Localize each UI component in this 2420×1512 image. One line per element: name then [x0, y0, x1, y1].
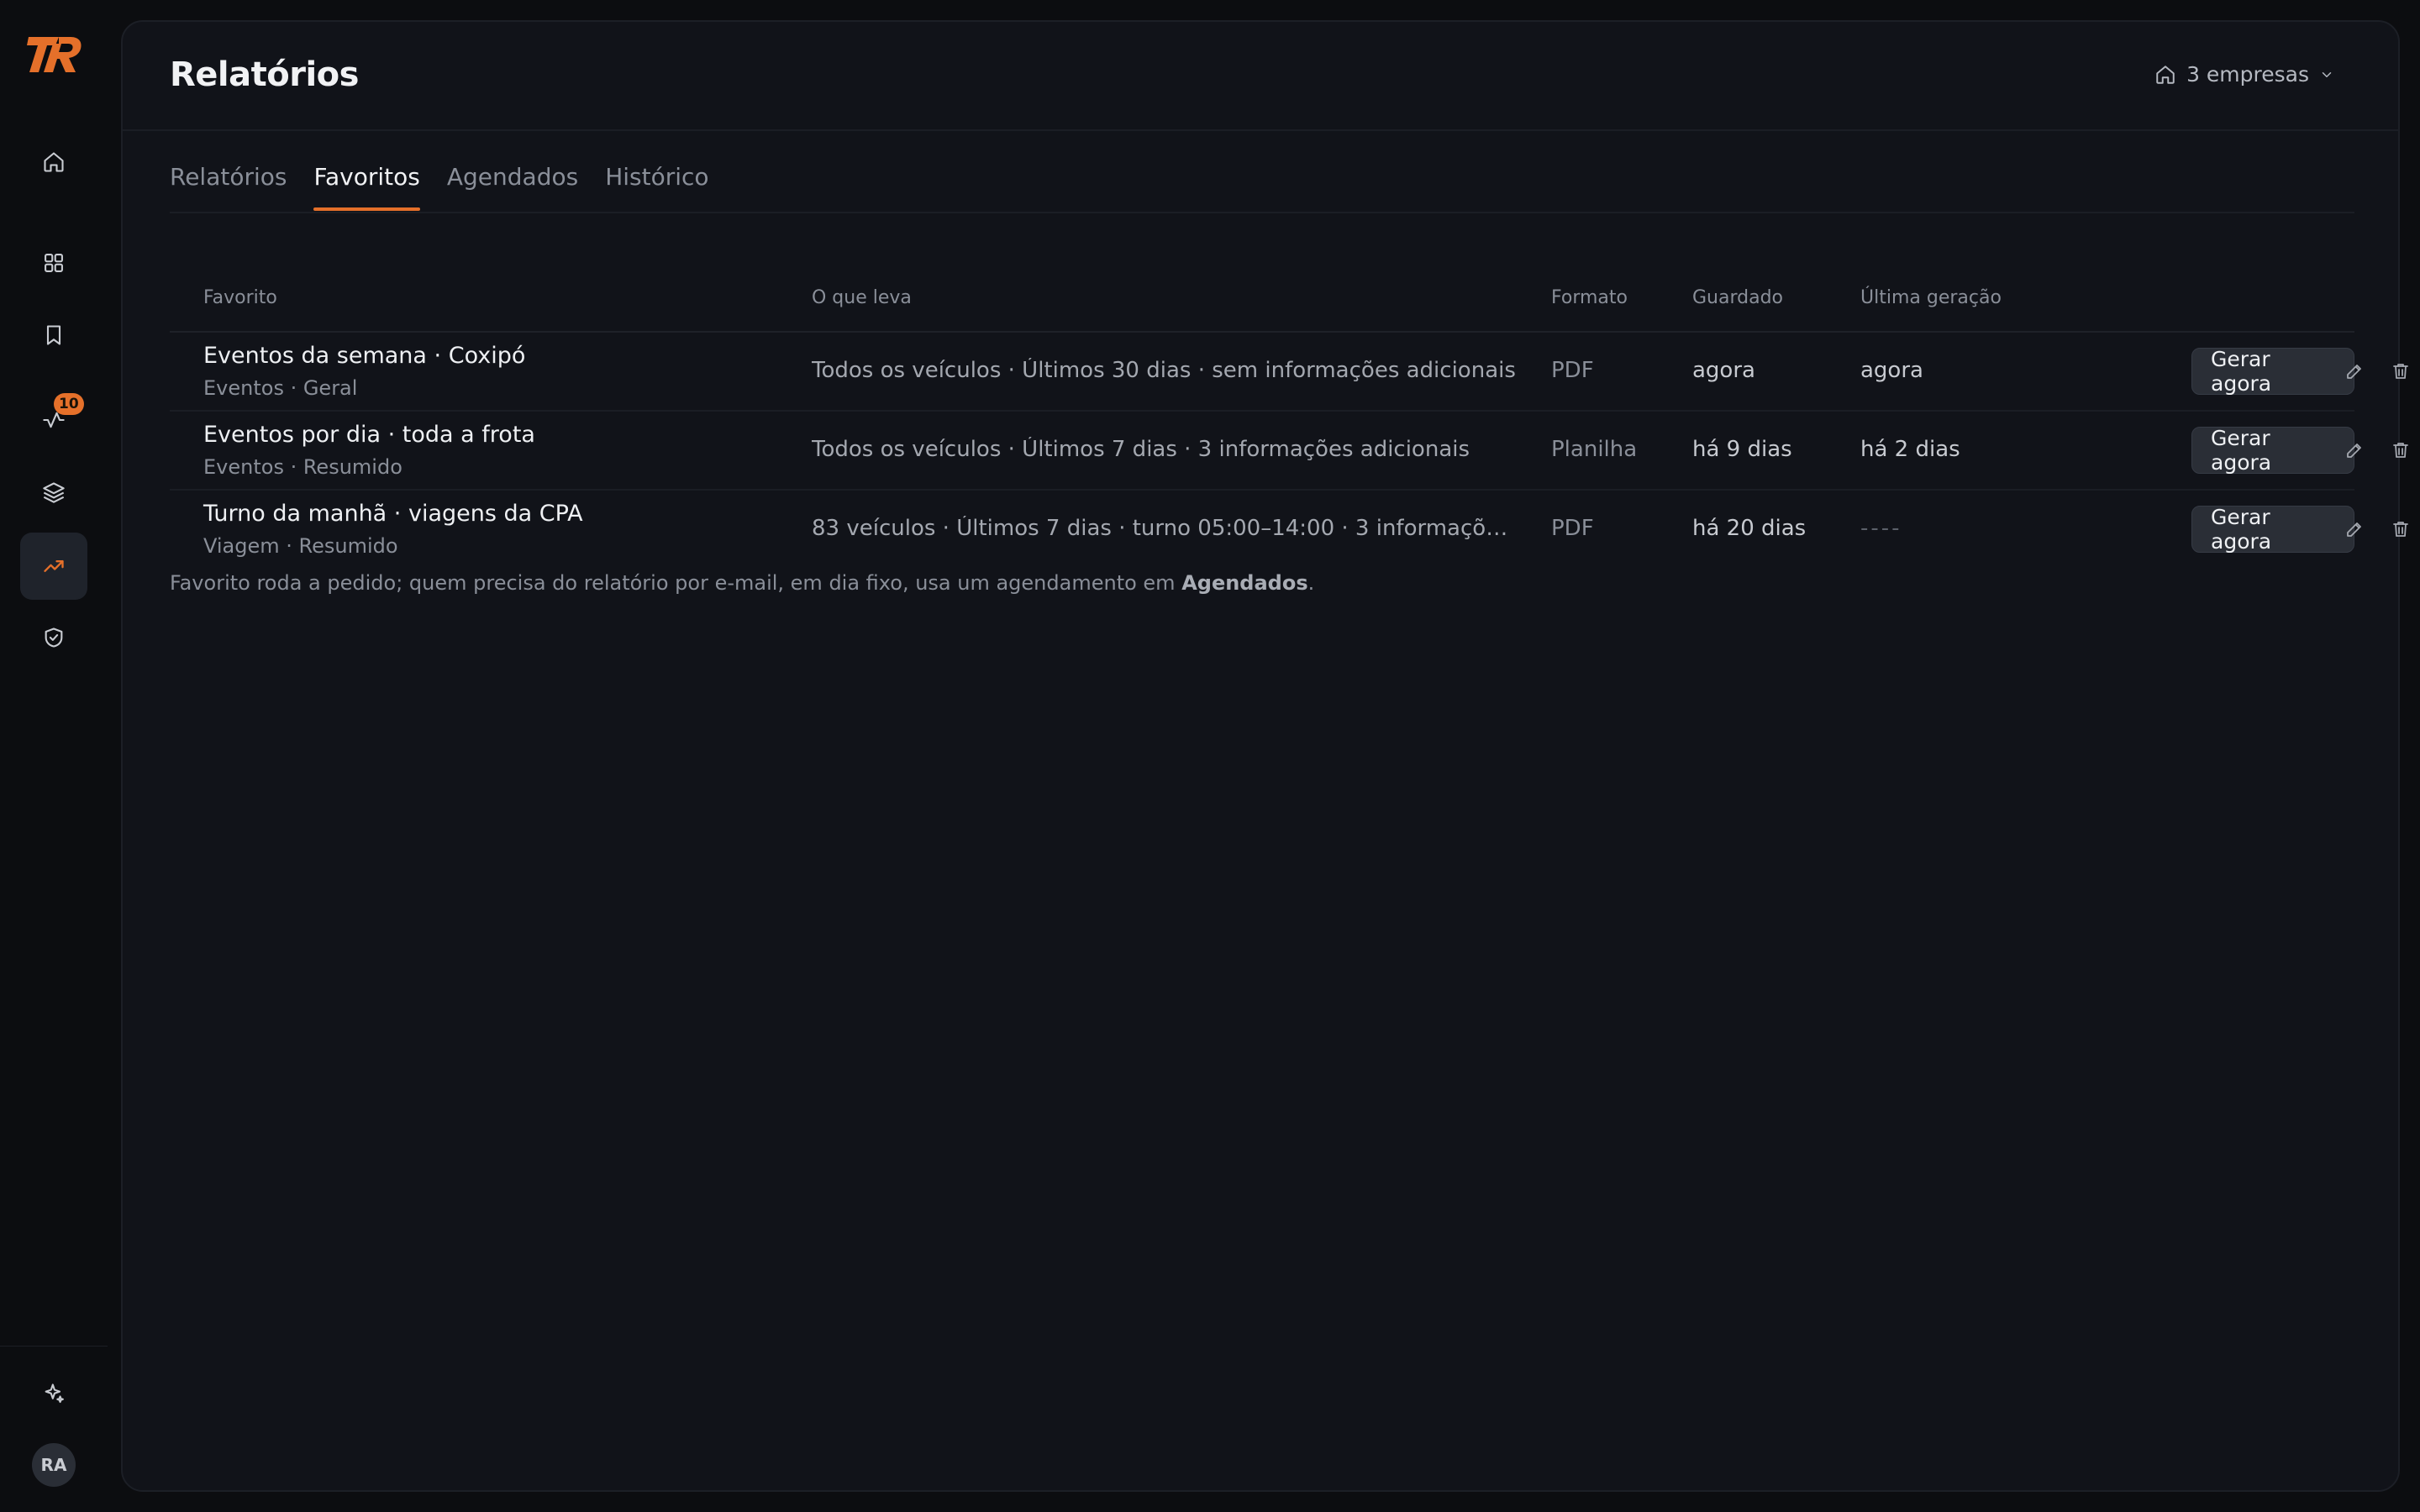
favorite-saved: agora [1692, 358, 1755, 383]
column-header-format: Formato [1551, 287, 1628, 308]
favorite-contents: Todos os veículos · Últimos 30 dias · se… [812, 358, 1516, 383]
avatar[interactable]: RA [32, 1443, 76, 1487]
shield-check-icon [45, 627, 63, 648]
building-icon [2156, 65, 2175, 84]
sidebar-item-activity[interactable]: 10 [20, 386, 87, 454]
company-switch-label: 3 empresas [2186, 62, 2309, 87]
home-icon [44, 152, 64, 172]
sidebar-item-reports[interactable] [20, 533, 87, 600]
favorite-format: PDF [1551, 516, 1594, 541]
footnote-text: Favorito roda a pedido; quem precisa do … [170, 571, 1182, 595]
tab-agendados[interactable]: Agendados [447, 163, 578, 207]
sidebar-item-layers[interactable] [20, 459, 87, 526]
trending-up-icon [44, 560, 64, 572]
sidebar-divider [0, 1346, 108, 1347]
table-row: Turno da manhã · viagens da CPA Viagem ·… [170, 491, 2408, 570]
bookmark-icon [46, 325, 61, 345]
sidebar-item-bookmarks[interactable] [20, 302, 87, 369]
assistant-button[interactable] [20, 1360, 87, 1427]
trash-icon [2393, 364, 2408, 379]
favorite-name[interactable]: Turno da manhã · viagens da CPA [203, 501, 583, 527]
company-switcher[interactable]: 3 empresas [2154, 62, 2334, 87]
favorite-format: PDF [1551, 358, 1594, 383]
favorite-name[interactable]: Eventos por dia · toda a frota [203, 422, 535, 448]
grid-icon [45, 254, 63, 272]
column-header-last-generated: Última geração [1860, 287, 2002, 308]
tab-relatorios[interactable]: Relatórios [170, 163, 287, 207]
pencil-icon [2347, 444, 2361, 458]
sidebar-item-home[interactable] [20, 129, 87, 196]
delete-button[interactable] [2387, 516, 2414, 543]
tabs: Relatórios Favoritos Agendados Histórico [170, 163, 709, 211]
favorites-table: Favorito O que leva Formato Guardado Últ… [170, 265, 2408, 570]
delete-button[interactable] [2387, 437, 2414, 464]
column-header-contents: O que leva [812, 287, 912, 308]
favorite-last-generated: ---- [1860, 516, 1902, 541]
header-divider [123, 129, 2398, 131]
notification-badge: 10 [54, 393, 84, 415]
main-panel: Relatórios 3 empresas Relatórios Favorit… [121, 20, 2408, 1492]
brand-logo[interactable] [25, 32, 82, 77]
sidebar: 10 RA [0, 0, 108, 1512]
generate-now-button[interactable]: Gerar agora [2191, 347, 2354, 396]
edit-button[interactable] [2341, 358, 2368, 385]
favorite-saved: há 20 dias [1692, 516, 1807, 541]
page-title: Relatórios [170, 55, 359, 94]
edit-button[interactable] [2341, 516, 2368, 543]
chevron-down-icon [2322, 71, 2332, 77]
favorite-contents: 83 veículos · Últimos 7 dias · turno 05:… [812, 516, 1518, 541]
footnote-end: . [1307, 571, 1315, 595]
favorite-last-generated: há 2 dias [1860, 437, 1960, 462]
generate-now-button[interactable]: Gerar agora [2191, 505, 2354, 554]
table-row: Eventos da semana · Coxipó Eventos · Ger… [170, 333, 2408, 412]
footnote: Favorito roda a pedido; quem precisa do … [170, 571, 1314, 595]
tabs-divider [170, 212, 2354, 213]
favorite-category: Viagem · Resumido [203, 534, 398, 558]
favorite-format: Planilha [1551, 437, 1638, 462]
trash-icon [2393, 443, 2408, 458]
trash-icon [2393, 522, 2408, 537]
favorite-contents: Todos os veículos · Últimos 7 dias · 3 i… [812, 437, 1470, 462]
table-header: Favorito O que leva Formato Guardado Últ… [170, 265, 2354, 333]
favorite-saved: há 9 dias [1692, 437, 1792, 462]
generate-now-button[interactable]: Gerar agora [2191, 426, 2354, 475]
scheduled-link[interactable]: Agendados [1181, 571, 1307, 595]
tab-historico[interactable]: Histórico [605, 163, 708, 207]
sidebar-item-dashboard[interactable] [20, 229, 87, 297]
favorite-category: Eventos · Geral [203, 376, 358, 400]
pencil-icon [2347, 522, 2361, 537]
delete-button[interactable] [2387, 358, 2414, 385]
tab-favoritos[interactable]: Favoritos [313, 163, 421, 211]
layers-icon [43, 482, 65, 503]
edit-button[interactable] [2341, 437, 2368, 464]
favorite-category: Eventos · Resumido [203, 455, 402, 479]
favorite-name[interactable]: Eventos da semana · Coxipó [203, 343, 525, 369]
column-header-saved: Guardado [1692, 287, 1784, 308]
favorite-last-generated: agora [1860, 358, 1923, 383]
sidebar-item-security[interactable] [20, 604, 87, 671]
sparkles-icon [45, 1383, 64, 1404]
table-row: Eventos por dia · toda a frota Eventos ·… [170, 412, 2408, 491]
column-header-favorite: Favorito [203, 287, 277, 308]
pencil-icon [2347, 365, 2361, 379]
